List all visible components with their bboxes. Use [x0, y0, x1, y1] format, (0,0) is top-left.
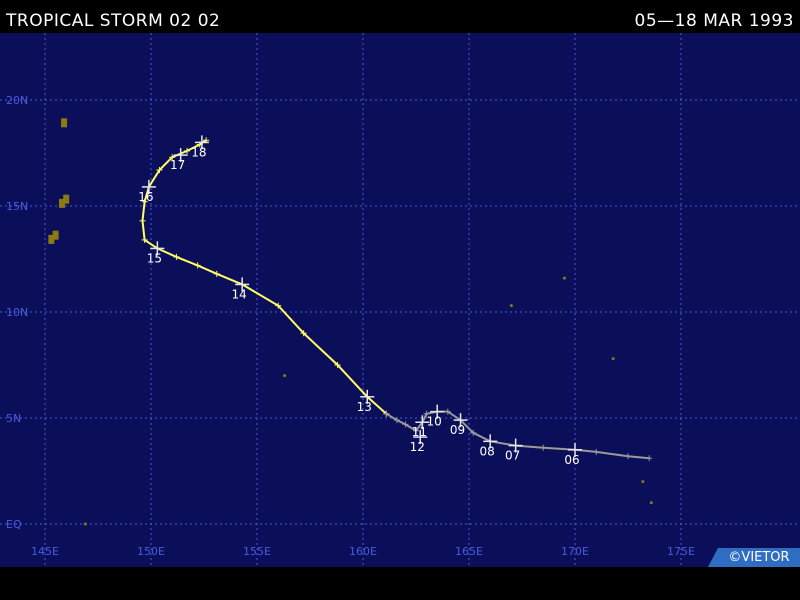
storm-title: TROPICAL STORM 02 02 — [6, 11, 221, 31]
storm-dates: 05—18 MAR 1993 — [634, 11, 794, 31]
atoll-dot — [641, 480, 645, 484]
atoll-dot — [509, 304, 513, 308]
lon-label: 160E — [349, 545, 377, 558]
day-label: 18 — [191, 145, 206, 159]
day-label: 09 — [450, 423, 465, 437]
lat-label: 15N — [6, 200, 28, 213]
lat-label: 5N — [6, 412, 21, 425]
atoll-dot — [562, 276, 566, 280]
day-label: 12 — [410, 440, 425, 454]
lon-label: 145E — [31, 545, 59, 558]
track-map: 06070809101112131415161718 20N15N10N5NEQ… — [0, 33, 800, 567]
lon-label: 175E — [667, 545, 695, 558]
atoll-dot — [611, 357, 615, 361]
lon-label: 170E — [561, 545, 589, 558]
lon-label: 165E — [455, 545, 483, 558]
atoll-dot — [649, 501, 653, 505]
island-patch — [63, 194, 70, 204]
lon-label: 150E — [137, 545, 165, 558]
lat-label: EQ — [6, 518, 22, 531]
day-label: 06 — [564, 453, 579, 467]
day-label: 13 — [357, 400, 372, 414]
day-label: 17 — [170, 158, 185, 172]
day-label: 15 — [147, 251, 162, 265]
island-patch — [52, 230, 59, 240]
lat-label: 20N — [6, 94, 28, 107]
lat-label: 10N — [6, 306, 28, 319]
atoll-dot — [83, 522, 87, 526]
day-label: 07 — [505, 449, 520, 463]
atoll-dot — [283, 374, 287, 378]
day-label: 08 — [480, 444, 495, 458]
ocean-background — [0, 33, 800, 567]
header-bar: TROPICAL STORM 02 02 05—18 MAR 1993 — [0, 0, 800, 32]
footer-bar — [0, 567, 800, 600]
day-label: 14 — [232, 287, 247, 301]
island-patch — [61, 118, 68, 128]
credit-badge: ©VIETOR — [708, 548, 800, 567]
lon-label: 155E — [243, 545, 271, 558]
day-label: 16 — [138, 190, 153, 204]
